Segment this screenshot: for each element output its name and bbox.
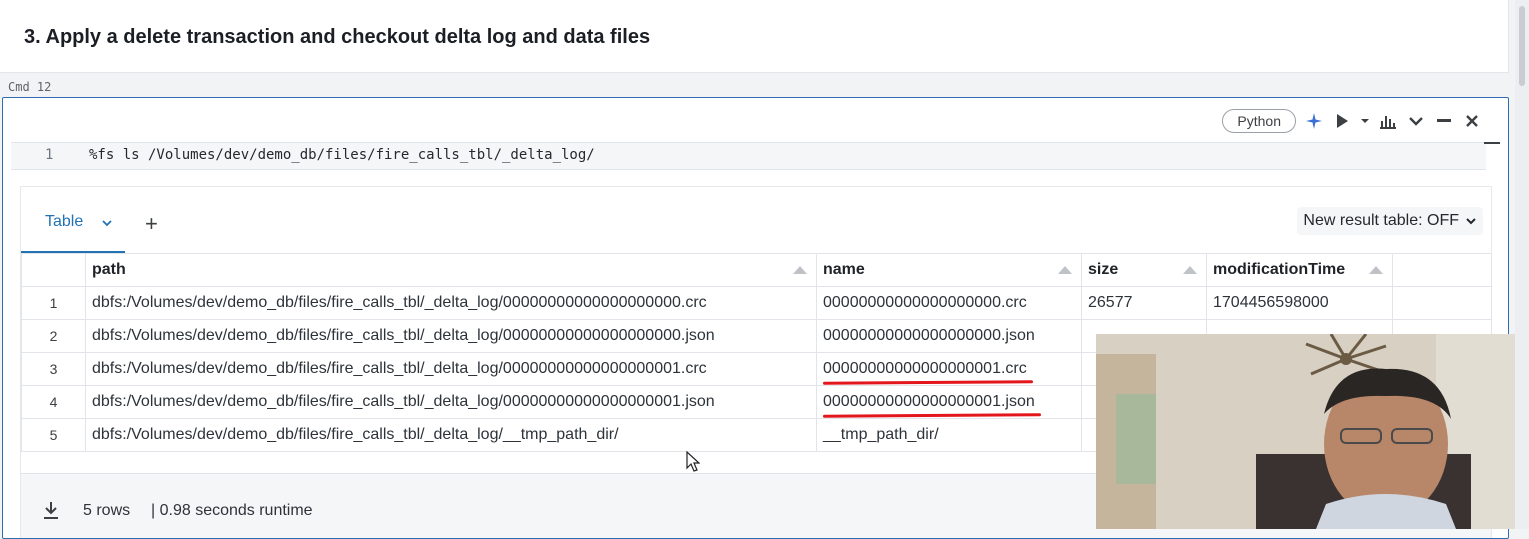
presenter-video: [1096, 334, 1529, 529]
chevron-down-icon: [1466, 218, 1476, 225]
tab-table-label: Table: [45, 213, 84, 230]
sparkle-icon[interactable]: [1304, 111, 1324, 131]
code-text[interactable]: %fs ls /Volumes/dev/demo_db/files/fire_c…: [89, 147, 595, 163]
cell-path[interactable]: dbfs:/Volumes/dev/demo_db/files/fire_cal…: [85, 286, 817, 320]
row-index: 2: [21, 319, 86, 353]
add-visualization-button[interactable]: +: [145, 211, 158, 237]
sort-icon[interactable]: [1182, 265, 1198, 275]
cell-name[interactable]: 00000000000000000001.crc: [816, 352, 1082, 386]
tab-table[interactable]: Table: [21, 187, 125, 253]
sort-icon[interactable]: [1368, 265, 1384, 275]
chart-icon[interactable]: [1378, 111, 1398, 131]
annotation-underline: 00000000000000000001.crc: [823, 360, 1027, 377]
table-header-row: path name size modificationTime: [21, 253, 1492, 287]
row-index: 3: [21, 352, 86, 386]
dropdown-icon[interactable]: [1360, 111, 1370, 131]
cell-size[interactable]: 26577: [1081, 286, 1207, 320]
new-result-label: New result table: OFF: [1303, 212, 1459, 229]
chevron-down-icon[interactable]: [101, 215, 113, 233]
column-header-path[interactable]: path: [85, 253, 817, 287]
cell-name[interactable]: 00000000000000000000.crc: [816, 286, 1082, 320]
markdown-cell[interactable]: 3. Apply a delete transaction and checko…: [0, 0, 1509, 73]
code-editor[interactable]: 1 %fs ls /Volumes/dev/demo_db/files/fire…: [11, 142, 1486, 170]
column-header-name[interactable]: name: [816, 253, 1082, 287]
cell-path[interactable]: dbfs:/Volumes/dev/demo_db/files/fire_cal…: [85, 352, 817, 386]
column-header-modificationtime[interactable]: modificationTime: [1206, 253, 1393, 287]
language-selector[interactable]: Python: [1222, 109, 1296, 133]
results-tabbar: Table + New result table: OFF: [21, 187, 1491, 254]
cell-toolbar: Python: [1222, 108, 1482, 134]
cell-path[interactable]: dbfs:/Volumes/dev/demo_db/files/fire_cal…: [85, 319, 817, 353]
annotation-underline: 00000000000000000001.json: [823, 393, 1035, 410]
row-index: 1: [21, 286, 86, 320]
row-index: 4: [21, 385, 86, 419]
mouse-cursor-icon: [686, 450, 701, 478]
line-number: 1: [45, 147, 54, 163]
new-result-table-toggle[interactable]: New result table: OFF: [1297, 207, 1483, 235]
close-icon[interactable]: [1462, 111, 1482, 131]
sort-icon[interactable]: [1057, 265, 1073, 275]
row-index-header: [21, 253, 86, 287]
webcam-overlay: [1096, 334, 1529, 529]
run-icon[interactable]: [1332, 111, 1352, 131]
download-icon[interactable]: [41, 500, 61, 525]
row-count: 5 rows: [83, 502, 131, 519]
sort-icon[interactable]: [792, 265, 808, 275]
cell-name[interactable]: 00000000000000000000.json: [816, 319, 1082, 353]
cell-path[interactable]: dbfs:/Volumes/dev/demo_db/files/fire_cal…: [85, 418, 817, 452]
collapse-icon[interactable]: [1406, 111, 1426, 131]
table-row[interactable]: 1 dbfs:/Volumes/dev/demo_db/files/fire_c…: [21, 286, 1492, 320]
cell-path[interactable]: dbfs:/Volumes/dev/demo_db/files/fire_cal…: [85, 385, 817, 419]
cell-modificationtime[interactable]: 1704456598000: [1206, 286, 1393, 320]
filler-header: [1392, 253, 1492, 287]
cell-name[interactable]: 00000000000000000001.json: [816, 385, 1082, 419]
minimize-icon[interactable]: [1434, 111, 1454, 131]
runtime-info: | 0.98 seconds runtime: [151, 502, 313, 519]
cmd-label: Cmd 12: [8, 80, 52, 94]
row-index: 5: [21, 418, 86, 452]
filler-cell: [1392, 286, 1492, 320]
column-header-size[interactable]: size: [1081, 253, 1207, 287]
page-scrollbar[interactable]: [1515, 0, 1529, 529]
scrollbar-thumb[interactable]: [1519, 6, 1525, 86]
section-heading: 3. Apply a delete transaction and checko…: [24, 26, 651, 48]
cell-name[interactable]: __tmp_path_dir/: [816, 418, 1082, 452]
editor-scrollbar[interactable]: [1484, 142, 1500, 144]
